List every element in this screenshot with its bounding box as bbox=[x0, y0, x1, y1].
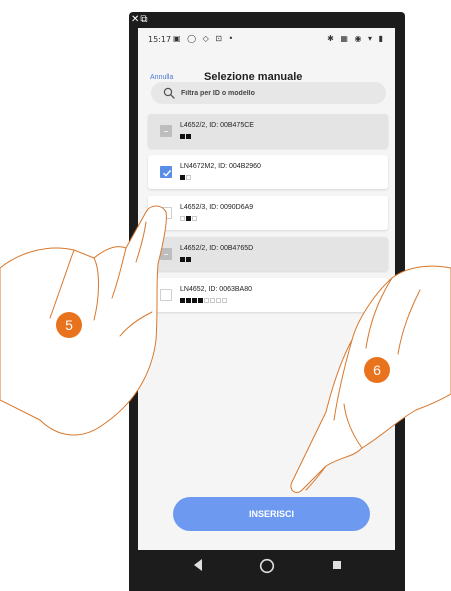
indicator-block bbox=[180, 134, 185, 139]
indicator-block bbox=[186, 257, 191, 262]
back-triangle-icon[interactable] bbox=[193, 558, 203, 572]
step-badge-a: 5 bbox=[56, 312, 82, 338]
recents-square-icon[interactable] bbox=[332, 560, 342, 570]
indicator-block bbox=[186, 134, 191, 139]
search-bar[interactable] bbox=[151, 82, 386, 104]
indicator-block bbox=[186, 216, 191, 221]
indicator-block bbox=[186, 298, 191, 303]
cancel-link[interactable]: Annulla bbox=[150, 74, 173, 81]
search-input[interactable] bbox=[181, 86, 377, 100]
indicator-block bbox=[216, 298, 221, 303]
indicator-block bbox=[204, 298, 209, 303]
indicator-block bbox=[180, 216, 185, 221]
android-nav-bar bbox=[138, 550, 395, 584]
step-badge-b: 6 bbox=[364, 357, 390, 383]
close-screen-icon: ✕⧉ bbox=[131, 14, 149, 25]
device-checkbox[interactable] bbox=[160, 207, 172, 219]
indicator-block bbox=[192, 216, 197, 221]
device-item[interactable]: LN4652, ID: 0063BA80 bbox=[148, 278, 388, 312]
device-item[interactable]: L4652/3, ID: 0090D6A9 bbox=[148, 196, 388, 230]
device-status-indicator bbox=[180, 298, 228, 304]
device-status-indicator bbox=[180, 134, 192, 140]
indicator-block bbox=[210, 298, 215, 303]
checkmark-icon bbox=[163, 169, 172, 177]
search-icon bbox=[163, 87, 175, 99]
device-checkbox-checked[interactable] bbox=[160, 166, 172, 178]
indicator-block bbox=[180, 298, 185, 303]
device-checkbox[interactable] bbox=[160, 289, 172, 301]
device-status-indicator bbox=[180, 175, 192, 181]
device-item[interactable]: LN4672M2, ID: 004B2960 bbox=[148, 155, 388, 189]
device-checkbox-disabled bbox=[160, 125, 172, 137]
indicator-block bbox=[198, 298, 203, 303]
home-circle-icon[interactable] bbox=[259, 558, 275, 574]
app-screen: 15:17 ▣ ◯ ◇ ⊡ • ✱ ▦ ◉ ▾ ▮ Annulla Selezi… bbox=[138, 28, 395, 584]
indicator-block bbox=[192, 298, 197, 303]
indicator-block bbox=[180, 175, 185, 180]
device-item[interactable]: L4652/2, ID: 00B4765D bbox=[148, 237, 388, 271]
device-item[interactable]: L4652/2, ID: 00B475CE bbox=[148, 114, 388, 148]
device-checkbox-disabled bbox=[160, 248, 172, 260]
notification-icons: ▣ ◯ ◇ ⊡ • bbox=[173, 34, 236, 43]
status-time: 15:17 bbox=[148, 35, 172, 44]
indicator-block bbox=[180, 257, 185, 262]
insert-button[interactable]: INSERISCI bbox=[173, 497, 370, 531]
indicator-block bbox=[222, 298, 227, 303]
device-label: L4652/2, ID: 00B475CE bbox=[180, 122, 254, 129]
header: Annulla Selezione manuale bbox=[138, 60, 395, 84]
device-label: L4652/2, ID: 00B4765D bbox=[180, 245, 254, 252]
indicator-block bbox=[186, 175, 191, 180]
device-label: LN4672M2, ID: 004B2960 bbox=[180, 163, 261, 170]
system-icons: ✱ ▦ ◉ ▾ ▮ bbox=[327, 34, 385, 43]
device-status-indicator bbox=[180, 257, 192, 263]
device-label: L4652/3, ID: 0090D6A9 bbox=[180, 204, 254, 211]
device-status-indicator bbox=[180, 216, 198, 222]
status-bar: 15:17 ▣ ◯ ◇ ⊡ • ✱ ▦ ◉ ▾ ▮ bbox=[138, 28, 395, 50]
device-label: LN4652, ID: 0063BA80 bbox=[180, 286, 252, 293]
